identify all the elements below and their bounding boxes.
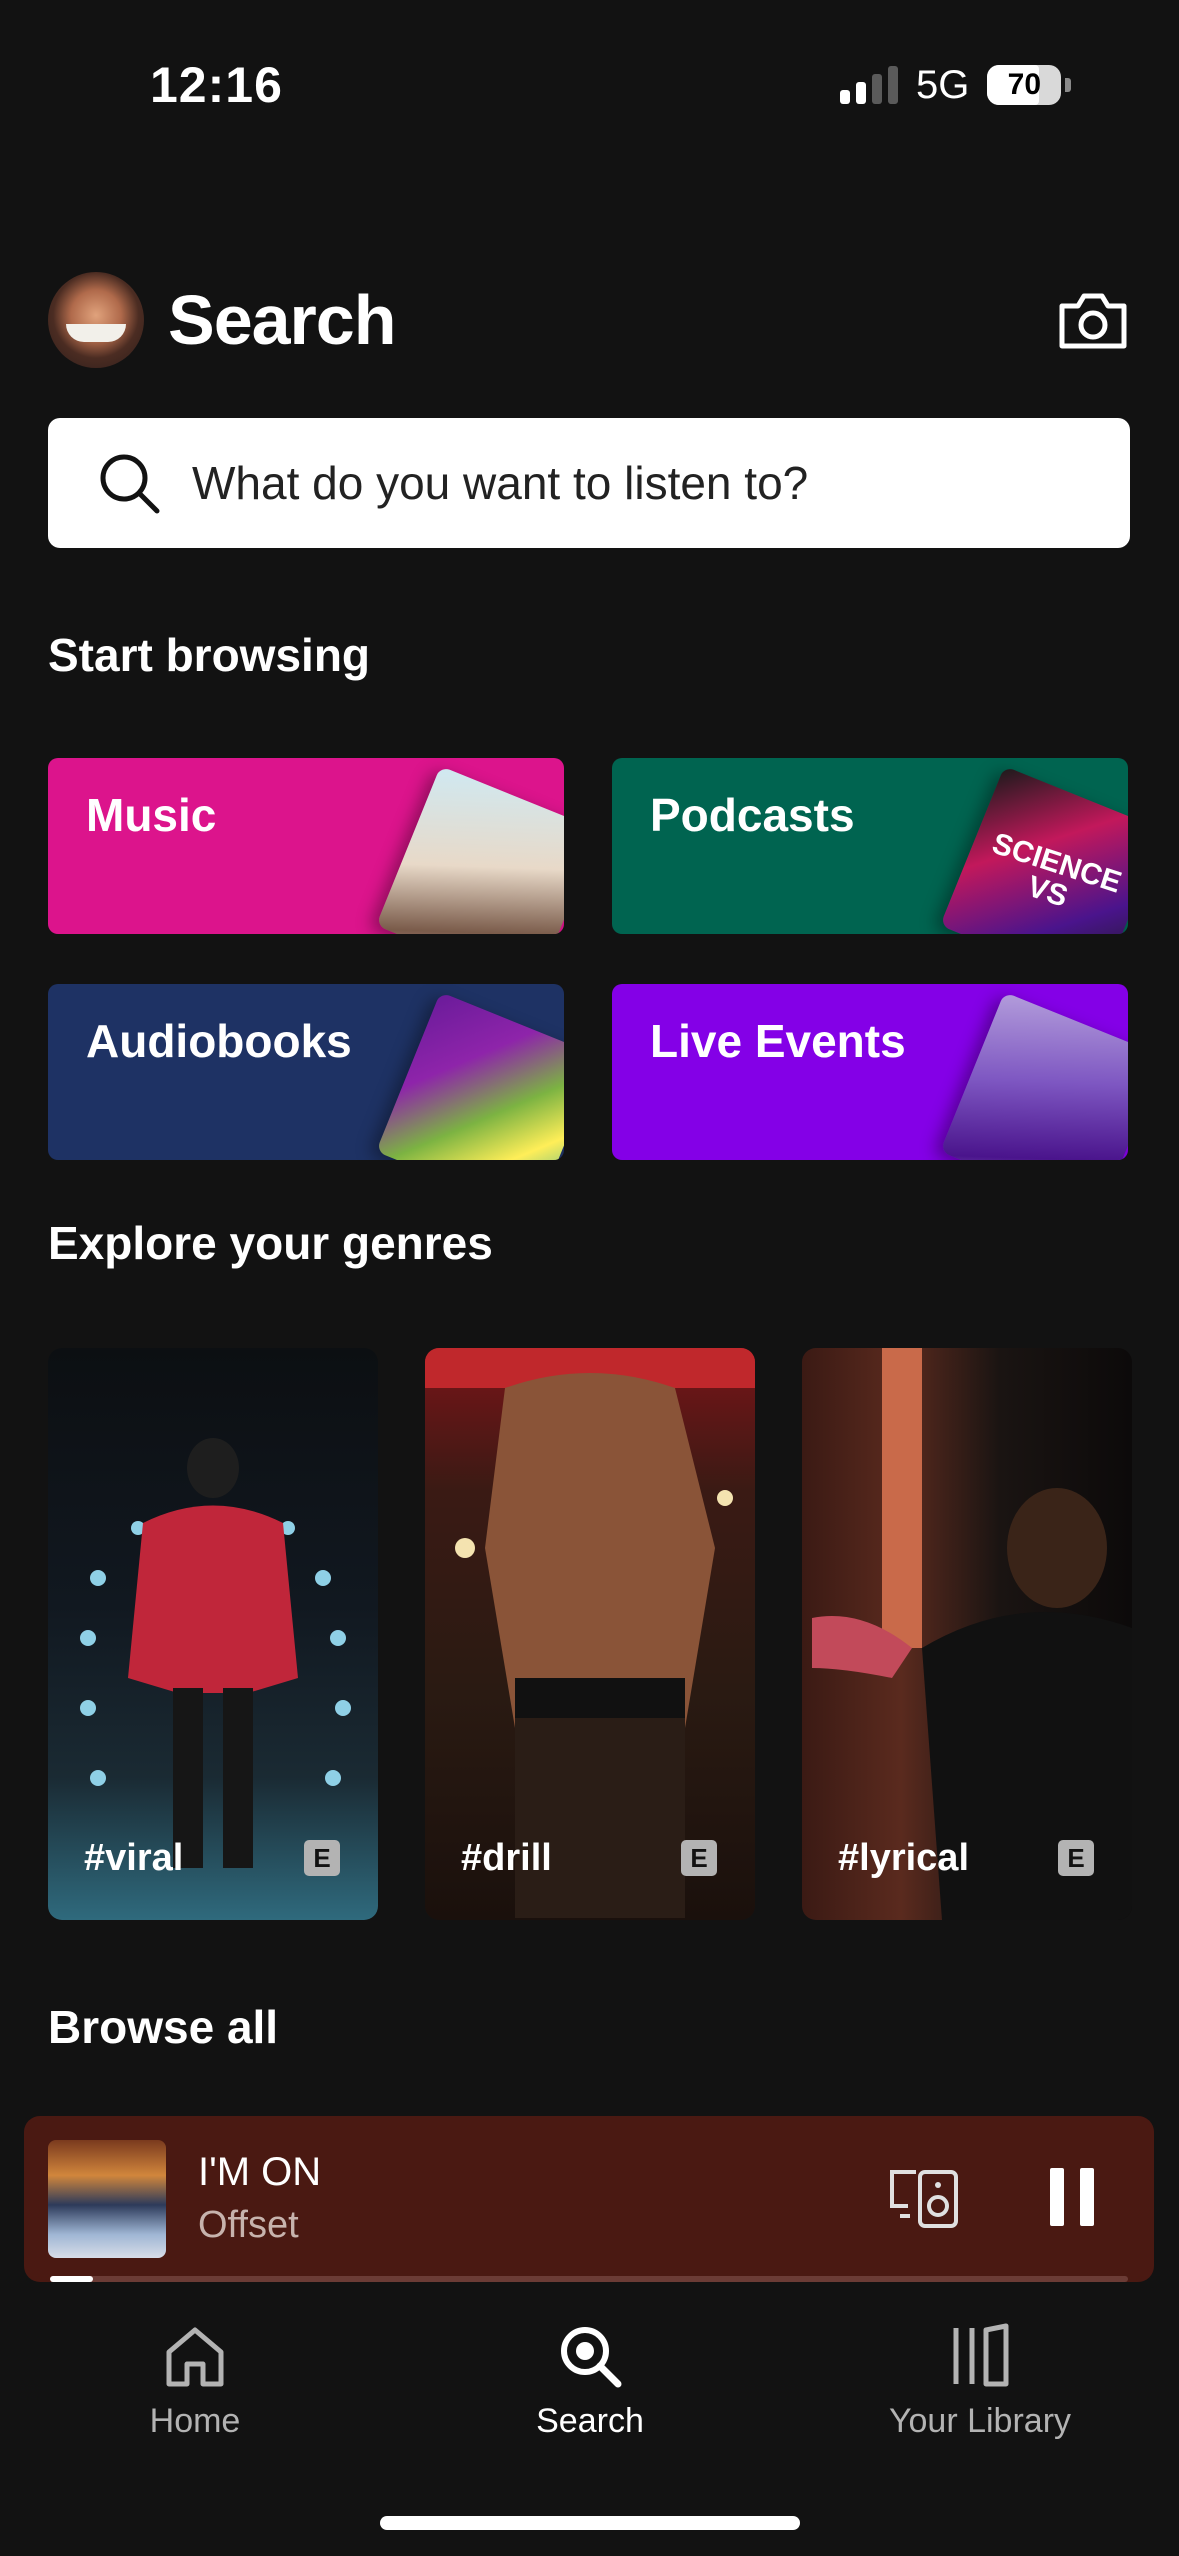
playback-progress-track[interactable] bbox=[50, 2276, 1128, 2282]
avatar[interactable] bbox=[48, 272, 144, 368]
music-cover-art bbox=[376, 766, 564, 934]
tab-search[interactable]: Search bbox=[440, 2320, 740, 2441]
connect-device-icon[interactable] bbox=[886, 2166, 962, 2230]
now-playing-cover bbox=[48, 2140, 166, 2258]
battery-tip bbox=[1065, 78, 1072, 92]
page-title: Search bbox=[168, 281, 396, 359]
browse-tile-label: Audiobooks bbox=[86, 1015, 352, 1067]
browse-tile-live-events[interactable]: Live Events bbox=[612, 984, 1128, 1160]
now-playing-artist: Offset bbox=[198, 2204, 299, 2246]
tab-label: Home bbox=[149, 2402, 241, 2440]
signal-icon bbox=[840, 66, 898, 104]
explicit-badge: E bbox=[304, 1840, 340, 1876]
tab-label: Search bbox=[536, 2402, 644, 2440]
genre-card-lyrical[interactable]: #lyrical E bbox=[802, 1348, 1132, 1920]
explicit-badge: E bbox=[1058, 1840, 1094, 1876]
search-icon bbox=[100, 454, 160, 514]
home-indicator bbox=[380, 2516, 800, 2530]
browse-tile-music[interactable]: Music bbox=[48, 758, 564, 934]
tab-label: Your Library bbox=[888, 2402, 1072, 2440]
podcast-cover-text: SCIENCE VS bbox=[988, 826, 1126, 914]
battery-level: 70 bbox=[1007, 68, 1042, 101]
podcast-cover-art: SCIENCE VS bbox=[940, 766, 1128, 934]
browse-tile-audiobooks[interactable]: Audiobooks bbox=[48, 984, 564, 1160]
camera-icon[interactable] bbox=[1056, 290, 1130, 352]
battery-icon: 70 bbox=[987, 65, 1062, 105]
genre-video-lyrical bbox=[812, 1348, 1132, 1920]
genre-video-viral bbox=[80, 1438, 351, 1868]
pause-icon[interactable] bbox=[1048, 2166, 1096, 2228]
browse-tile-label: Podcasts bbox=[650, 789, 855, 841]
network-type: 5G bbox=[916, 62, 970, 107]
search-input[interactable] bbox=[190, 455, 1094, 511]
playback-progress-fill bbox=[50, 2276, 93, 2282]
section-title-browse-all: Browse all bbox=[48, 2001, 279, 2053]
genre-card-drill[interactable]: #drill E bbox=[425, 1348, 755, 1920]
explicit-badge: E bbox=[681, 1840, 717, 1876]
browse-tile-label: Music bbox=[86, 789, 217, 841]
section-title-start-browsing: Start browsing bbox=[48, 629, 371, 681]
genre-tag: #viral bbox=[84, 1837, 184, 1879]
library-icon bbox=[953, 2323, 1009, 2387]
live-event-cover-art bbox=[940, 992, 1128, 1160]
tab-your-library[interactable]: Your Library bbox=[830, 2320, 1130, 2441]
section-title-explore-genres: Explore your genres bbox=[48, 1217, 493, 1269]
genre-tag: #drill bbox=[461, 1837, 552, 1879]
search-icon bbox=[561, 2327, 622, 2388]
tab-home[interactable]: Home bbox=[45, 2320, 345, 2441]
status-indicators: 5G 70 bbox=[840, 60, 1072, 110]
mini-player[interactable]: I'M ON Offset bbox=[24, 2116, 1154, 2282]
now-playing-title: I'M ON bbox=[198, 2150, 322, 2194]
home-icon bbox=[166, 2327, 224, 2387]
browse-tile-podcasts[interactable]: Podcasts SCIENCE VS bbox=[612, 758, 1128, 934]
genre-tag: #lyrical bbox=[838, 1837, 969, 1879]
genre-video-drill bbox=[425, 1348, 755, 1918]
browse-tile-label: Live Events bbox=[650, 1015, 906, 1067]
genre-card-viral[interactable]: #viral E bbox=[48, 1348, 378, 1920]
status-time: 12:16 bbox=[150, 57, 283, 113]
search-bar[interactable] bbox=[48, 418, 1130, 548]
audiobook-cover-art bbox=[376, 992, 564, 1160]
